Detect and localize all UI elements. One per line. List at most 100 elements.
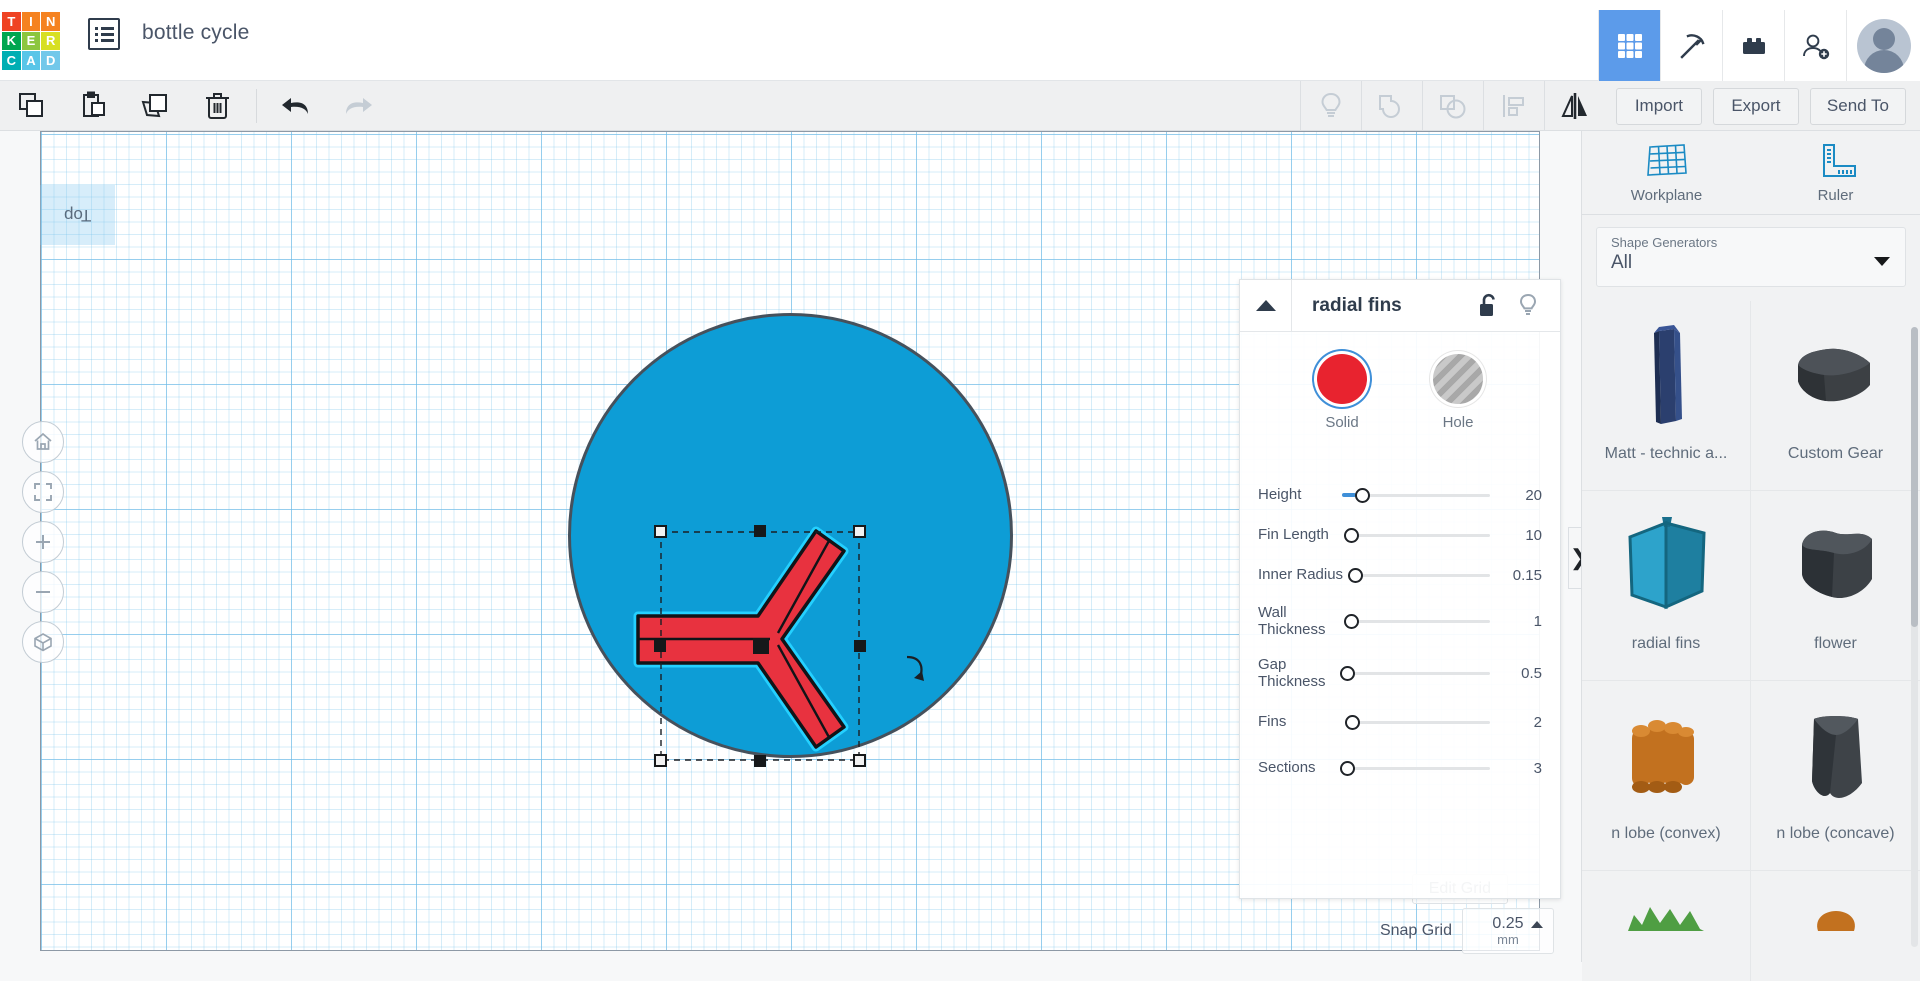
hole-label: Hole (1442, 414, 1474, 431)
codeblocks-pickaxe-icon[interactable] (1660, 10, 1722, 81)
wall-thickness-slider[interactable] (1342, 611, 1498, 631)
sidebar-item-ruler[interactable]: Ruler (1751, 131, 1920, 214)
mirror-flip-icon[interactable] (1543, 81, 1605, 131)
page-title[interactable]: bottle cycle (142, 21, 249, 80)
snap-grid-label: Snap Grid (1379, 922, 1452, 939)
inner-radius-slider[interactable] (1348, 565, 1498, 585)
shape-card-label: radial fins (1631, 635, 1701, 652)
partial-orange-thumb (1790, 891, 1882, 931)
toolbar-divider (256, 88, 257, 123)
logo-tile-a: A (21, 51, 41, 70)
workplane-grid-icon (1646, 144, 1687, 176)
send-to-button[interactable]: Send To (1809, 87, 1906, 125)
chevron-up-icon[interactable] (1530, 920, 1544, 929)
undo-icon[interactable] (265, 81, 327, 131)
resize-handle-corner-br[interactable] (853, 754, 866, 767)
n-lobe-convex-thumb (1618, 701, 1714, 813)
param-label: Wall Thickness (1258, 603, 1326, 638)
shape-card-n-lobe-concave[interactable]: n lobe (concave) (1751, 681, 1920, 871)
sidebar-tool-label: Ruler (1817, 187, 1854, 204)
ungroup-icon[interactable] (1421, 81, 1483, 131)
resize-handle-edge-right[interactable] (854, 640, 866, 652)
logo-tile-r: R (41, 31, 60, 51)
copy-icon[interactable] (0, 81, 62, 131)
shape-card-custom-gear[interactable]: Custom Gear (1751, 301, 1920, 491)
gap-thickness-slider[interactable] (1340, 663, 1498, 683)
shape-card-label: n lobe (convex) (1611, 825, 1721, 842)
shape-card-radial-fins[interactable]: radial fins (1582, 491, 1751, 681)
fins-slider[interactable] (1342, 712, 1498, 732)
avatar[interactable] (1846, 10, 1920, 81)
resize-handle-edge-left[interactable] (654, 640, 666, 652)
fit-to-view-icon[interactable] (22, 471, 64, 513)
shape-generators-dropdown[interactable]: Shape Generators All (1596, 227, 1906, 287)
resize-handle-edge-top[interactable] (754, 525, 766, 537)
shapes-sidebar: Workplane Ruler Shape Generators All Mat… (1581, 131, 1920, 981)
custom-gear-thumb (1784, 321, 1888, 433)
rotate-handle-icon[interactable] (898, 652, 932, 686)
param-row-gap-thickness: Gap Thickness 0.5 (1258, 647, 1542, 699)
invite-person-icon[interactable] (1784, 10, 1846, 81)
edit-toolbar: Import Export Send To (0, 81, 1920, 131)
param-row-inner-radius: Inner Radius 0.15 (1258, 555, 1542, 595)
lightbulb-hint-icon[interactable] (1299, 81, 1361, 131)
param-row-sections: Sections 3 (1258, 745, 1542, 791)
shape-card-flower[interactable]: flower (1751, 491, 1920, 681)
param-value[interactable]: 20 (1498, 487, 1542, 504)
hole-color-swatch[interactable] (1433, 354, 1483, 404)
solid-color-swatch[interactable] (1317, 354, 1367, 404)
shape-card-partial-row-left[interactable] (1582, 871, 1751, 981)
resize-handle-edge-bottom[interactable] (754, 755, 766, 767)
workplane-canvas[interactable]: Top Snap Grid 0.25 mm radial fins Solid … (0, 131, 1580, 962)
resize-handle-corner-bl[interactable] (654, 754, 667, 767)
chevron-up-icon[interactable] (1240, 279, 1292, 332)
hole-mode-option[interactable]: Hole (1433, 354, 1483, 431)
dropdown-title: Shape Generators (1611, 235, 1718, 250)
param-value[interactable]: 1 (1498, 613, 1542, 630)
paste-icon[interactable] (62, 81, 124, 131)
hamburger-list-icon[interactable] (88, 18, 120, 50)
move-handle-center[interactable] (753, 638, 769, 654)
import-button[interactable]: Import (1615, 87, 1702, 125)
duplicate-icon[interactable] (124, 81, 186, 131)
snap-grid-value-field[interactable]: 0.25 mm (1462, 908, 1554, 954)
shape-card-matt-technic-axle[interactable]: Matt - technic a... (1582, 301, 1751, 491)
zoom-in-icon[interactable] (22, 521, 64, 563)
redo-icon (327, 81, 389, 131)
snap-grid-control: Snap Grid 0.25 mm (1380, 908, 1554, 954)
solid-mode-option[interactable]: Solid (1317, 354, 1367, 431)
shape-card-partial-row-right[interactable] (1751, 871, 1920, 981)
param-row-fin-length: Fin Length 10 (1258, 515, 1542, 555)
param-value[interactable]: 10 (1498, 527, 1542, 544)
height-slider[interactable] (1342, 485, 1498, 505)
logo-tile-i: I (21, 12, 41, 31)
view-cube[interactable]: Top (40, 185, 115, 245)
align-icon[interactable] (1482, 81, 1544, 131)
designs-grid-icon[interactable] (1598, 10, 1660, 81)
zoom-out-icon[interactable] (22, 571, 64, 613)
resize-handle-corner-tl[interactable] (654, 525, 667, 538)
delete-trash-icon[interactable] (186, 81, 248, 131)
technic-axle-thumb (1630, 321, 1702, 433)
fin-length-slider[interactable] (1342, 525, 1498, 545)
ortho-perspective-cube-icon[interactable] (22, 621, 64, 663)
param-value[interactable]: 3 (1498, 760, 1542, 777)
sidebar-item-workplane[interactable]: Workplane (1582, 131, 1751, 214)
tinkercad-logo[interactable]: T I N K E R C A D (2, 12, 60, 70)
home-view-icon[interactable] (22, 421, 64, 463)
unlocked-padlock-icon[interactable] (1468, 293, 1508, 319)
group-icon[interactable] (1360, 81, 1422, 131)
app-header: T I N K E R C A D bottle cycle (0, 0, 1920, 81)
lightbulb-icon[interactable] (1508, 293, 1548, 319)
param-value[interactable]: 0.15 (1498, 567, 1542, 584)
param-value[interactable]: 2 (1498, 714, 1542, 731)
blocks-brick-icon[interactable] (1722, 10, 1784, 81)
shape-card-n-lobe-convex[interactable]: n lobe (convex) (1582, 681, 1751, 871)
chevron-down-icon[interactable] (1873, 256, 1891, 267)
export-button[interactable]: Export (1712, 87, 1799, 125)
sections-slider[interactable] (1340, 758, 1498, 778)
sidebar-scrollbar-thumb[interactable] (1911, 327, 1918, 627)
param-value[interactable]: 0.5 (1498, 665, 1542, 682)
sidebar-scrollbar[interactable] (1911, 327, 1918, 947)
resize-handle-corner-tr[interactable] (853, 525, 866, 538)
